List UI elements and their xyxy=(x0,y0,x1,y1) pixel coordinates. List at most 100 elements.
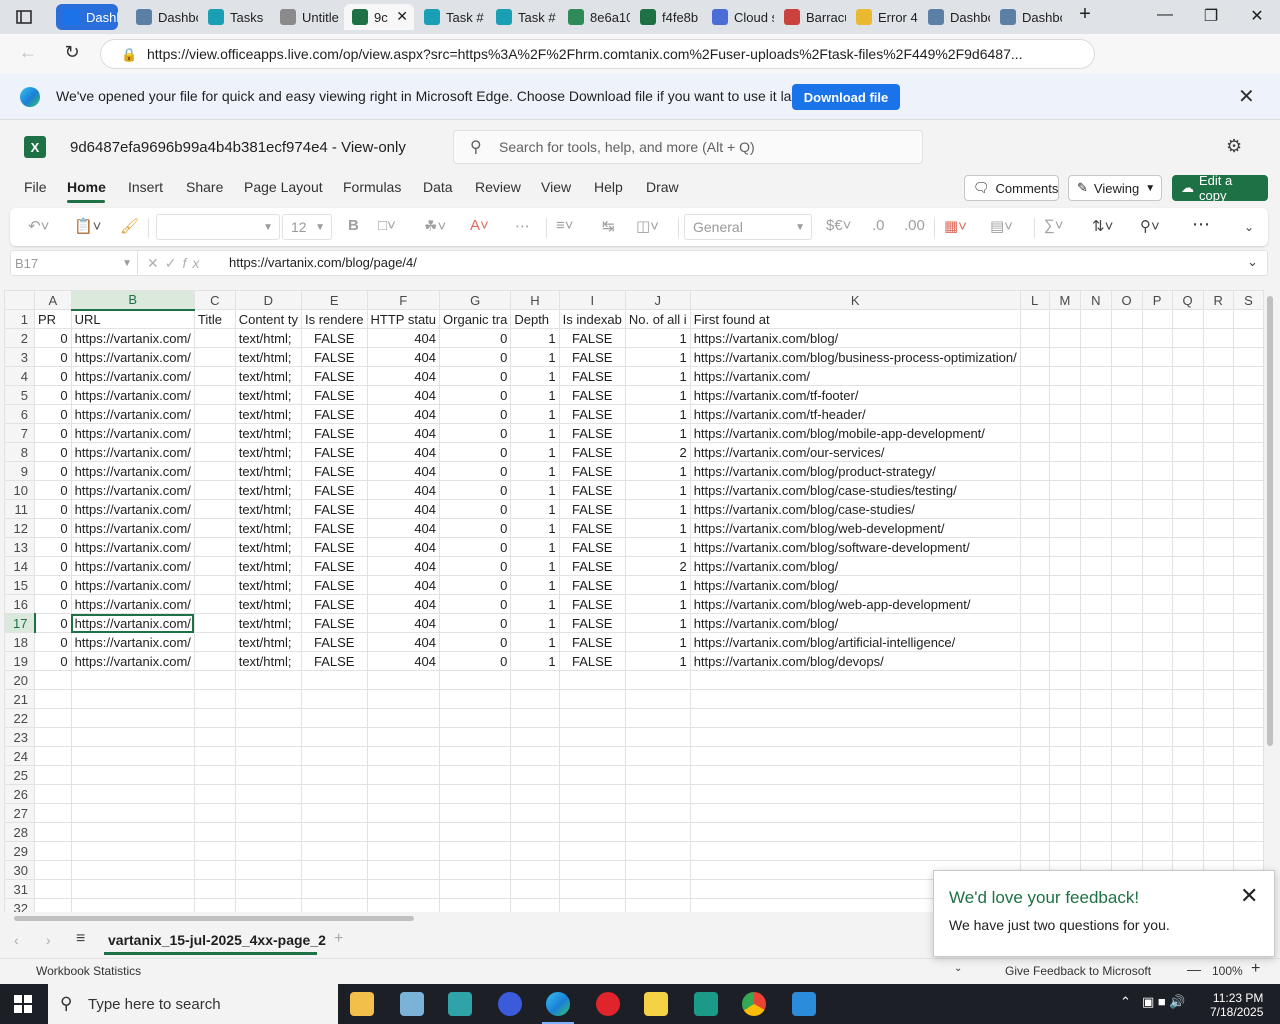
cell[interactable] xyxy=(34,803,72,823)
cell[interactable]: https://vartanix.com/ xyxy=(70,366,195,386)
cell[interactable] xyxy=(624,765,691,785)
cell[interactable]: https://vartanix.com/blog/ xyxy=(689,328,1021,348)
row-header[interactable]: 23 xyxy=(4,727,35,747)
cell[interactable]: 404 xyxy=(366,423,441,443)
cell[interactable] xyxy=(1141,841,1173,861)
cell[interactable]: https://vartanix.com/blog/product-strate… xyxy=(689,461,1021,481)
cell[interactable] xyxy=(1171,556,1204,576)
cell[interactable] xyxy=(1048,841,1082,861)
cell[interactable]: 0 xyxy=(439,461,512,481)
cell[interactable]: 0 xyxy=(34,575,72,595)
cell[interactable] xyxy=(689,708,1021,728)
cell[interactable]: 1 xyxy=(510,385,560,405)
cell[interactable] xyxy=(1171,423,1204,443)
cell[interactable]: https://vartanix.com/tf-footer/ xyxy=(689,385,1021,405)
cell[interactable]: 0 xyxy=(34,385,72,405)
cell[interactable]: 1 xyxy=(624,480,691,500)
cell[interactable] xyxy=(1080,537,1112,557)
cell[interactable]: FALSE xyxy=(558,575,626,595)
browser-tab[interactable]: Task # xyxy=(488,4,558,30)
cell[interactable] xyxy=(70,784,195,804)
cell[interactable] xyxy=(1141,575,1173,595)
cell[interactable] xyxy=(366,879,441,899)
cell[interactable] xyxy=(1048,537,1082,557)
cell[interactable] xyxy=(193,423,236,443)
row-header[interactable]: 28 xyxy=(4,822,35,842)
cell[interactable] xyxy=(558,879,626,899)
row-header[interactable]: 7 xyxy=(4,423,35,443)
cell[interactable]: FALSE xyxy=(558,518,626,538)
browser-tab[interactable]: 9c ✕ xyxy=(344,4,414,30)
cell[interactable] xyxy=(1202,385,1234,405)
cell[interactable] xyxy=(1080,442,1112,462)
cell[interactable] xyxy=(366,708,441,728)
cell[interactable]: 404 xyxy=(366,518,441,538)
cell[interactable] xyxy=(1019,309,1050,329)
column-header[interactable]: O xyxy=(1110,290,1143,310)
cell[interactable] xyxy=(1110,423,1143,443)
cell[interactable] xyxy=(624,670,691,690)
cell[interactable]: FALSE xyxy=(558,499,626,519)
cell[interactable] xyxy=(1202,594,1234,614)
cell[interactable] xyxy=(70,670,195,690)
cell[interactable]: 404 xyxy=(366,442,441,462)
cell[interactable] xyxy=(1232,347,1264,367)
zoom-out-icon[interactable]: — xyxy=(1187,961,1201,977)
cell[interactable] xyxy=(1202,404,1234,424)
cell[interactable] xyxy=(1202,727,1234,747)
column-header[interactable]: G xyxy=(439,290,512,310)
cell[interactable] xyxy=(689,784,1021,804)
cell[interactable] xyxy=(300,860,368,880)
cell[interactable] xyxy=(34,879,72,899)
row-header[interactable]: 4 xyxy=(4,366,35,386)
cell[interactable] xyxy=(34,841,72,861)
cell[interactable] xyxy=(1232,537,1264,557)
column-header[interactable]: D xyxy=(234,290,302,310)
cell[interactable] xyxy=(1048,632,1082,652)
cell[interactable] xyxy=(1110,822,1143,842)
cell[interactable] xyxy=(1141,480,1173,500)
vertical-scroll-thumb[interactable] xyxy=(1267,296,1273,746)
cell[interactable]: 0 xyxy=(439,499,512,519)
cell[interactable]: FALSE xyxy=(558,442,626,462)
row-header[interactable]: 27 xyxy=(4,803,35,823)
cell[interactable] xyxy=(1202,309,1234,329)
wrap-text-icon[interactable]: ↹ xyxy=(602,217,615,235)
cell[interactable] xyxy=(1080,689,1112,709)
cell[interactable]: https://vartanix.com/ xyxy=(689,366,1021,386)
cell[interactable]: https://vartanix.com/ xyxy=(70,442,195,462)
browser-tab[interactable]: Tasks xyxy=(200,4,270,30)
cell[interactable]: 1 xyxy=(510,651,560,671)
cell[interactable] xyxy=(1019,594,1050,614)
cell[interactable] xyxy=(439,670,512,690)
cell[interactable]: 404 xyxy=(366,632,441,652)
cell[interactable] xyxy=(510,765,560,785)
cell[interactable] xyxy=(1171,613,1204,633)
cell[interactable] xyxy=(1232,708,1264,728)
cell[interactable]: 1 xyxy=(510,556,560,576)
cell[interactable] xyxy=(366,746,441,766)
cell[interactable] xyxy=(1232,822,1264,842)
cell[interactable]: 0 xyxy=(34,499,72,519)
cell[interactable]: 1 xyxy=(624,347,691,367)
cell[interactable] xyxy=(1141,784,1173,804)
cell[interactable]: FALSE xyxy=(300,480,368,500)
cell[interactable] xyxy=(1232,727,1264,747)
more-options-icon[interactable]: ⋯ xyxy=(1192,214,1210,235)
currency-icon[interactable]: $€˅ xyxy=(826,217,851,234)
cell[interactable] xyxy=(366,689,441,709)
row-header[interactable]: 14 xyxy=(4,556,35,576)
cell[interactable] xyxy=(1080,404,1112,424)
cell[interactable] xyxy=(624,841,691,861)
cell[interactable] xyxy=(510,746,560,766)
cell[interactable] xyxy=(1202,480,1234,500)
cell[interactable] xyxy=(193,385,236,405)
cell[interactable] xyxy=(1110,404,1143,424)
cell[interactable]: 1 xyxy=(510,347,560,367)
cell[interactable] xyxy=(1171,442,1204,462)
cell[interactable]: 404 xyxy=(366,575,441,595)
cell[interactable] xyxy=(1048,480,1082,500)
cell[interactable] xyxy=(1232,689,1264,709)
cell[interactable] xyxy=(1048,765,1082,785)
tab-share[interactable]: Share xyxy=(186,179,223,195)
